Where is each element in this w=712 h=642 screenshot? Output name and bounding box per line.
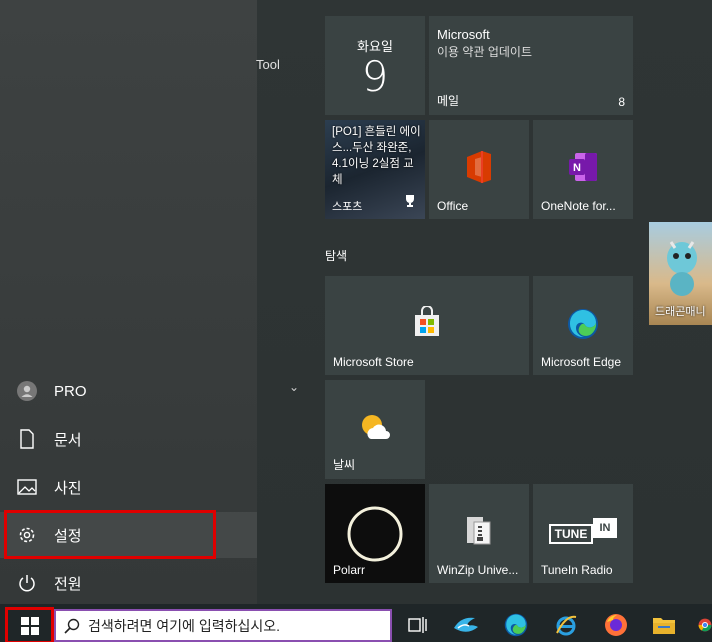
tunein-logo-icon: TUNE IN [549, 518, 617, 544]
bird-app-icon[interactable] [453, 612, 479, 638]
edge-tile-name: Microsoft Edge [541, 355, 622, 369]
power-label: 전원 [54, 575, 82, 593]
winzip-icon [429, 514, 529, 546]
trophy-icon [403, 194, 417, 213]
office-tile[interactable]: Office [429, 120, 529, 219]
tunein-logo-right: IN [593, 518, 617, 538]
tunein-logo-left: TUNE [549, 524, 593, 544]
dragon-game-tile[interactable]: 드래곤매니 [649, 222, 712, 325]
weather-tile-name: 날씨 [333, 458, 356, 472]
pictures-label: 사진 [54, 479, 82, 497]
onenote-tile[interactable]: N OneNote for... [533, 120, 633, 219]
store-tile[interactable]: Microsoft Store [325, 276, 529, 375]
edge-taskbar-icon[interactable] [503, 612, 529, 638]
taskbar: 검색하려면 여기에 입력하십시오. [0, 604, 712, 642]
news-headline: [PO1] 흔들린 에이스...두산 좌완준, 4.1이닝 2실점 교체 [332, 126, 421, 186]
start-button[interactable] [5, 607, 54, 642]
polarr-ring-icon [325, 504, 425, 564]
power-icon [0, 574, 54, 592]
mail-tile-name: 메일 [437, 94, 460, 108]
winzip-tile-name: WinZip Unive... [437, 563, 519, 577]
office-icon [429, 150, 529, 184]
documents-label: 문서 [54, 431, 82, 449]
store-tile-name: Microsoft Store [333, 355, 414, 369]
power-item[interactable]: 전원 [0, 560, 257, 606]
onenote-tile-name: OneNote for... [541, 199, 616, 213]
user-name: PRO [54, 382, 87, 400]
internet-explorer-icon[interactable] [553, 612, 579, 638]
picture-icon [0, 479, 54, 495]
dragon-image [663, 236, 701, 303]
edge-icon [533, 308, 633, 340]
dragon-tile-name: 드래곤매니 [655, 306, 706, 318]
weather-sun-cloud-icon [325, 412, 425, 442]
tunein-tile-name: TuneIn Radio [541, 563, 613, 577]
mail-subject: 이용 약관 업데이트 [437, 45, 532, 59]
chevron-down-icon[interactable]: ⌄ [289, 380, 299, 394]
documents-item[interactable]: 문서 [0, 416, 257, 462]
svg-text:N: N [573, 162, 581, 174]
edge-tile[interactable]: Microsoft Edge [533, 276, 633, 375]
section-explore-label: 탐색 [325, 249, 348, 263]
search-placeholder: 검색하려면 여기에 입력하십시오. [88, 617, 280, 634]
news-category: 스포츠 [332, 201, 363, 213]
document-icon [0, 429, 54, 449]
mail-tile[interactable]: Microsoft 이용 약관 업데이트 메일 8 [429, 16, 633, 115]
winzip-tile[interactable]: WinZip Unive... [429, 484, 529, 583]
news-tile[interactable]: [PO1] 흔들린 에이스...두산 좌완준, 4.1이닝 2실점 교체 스포츠 [325, 120, 425, 219]
calendar-day: 9 [361, 52, 389, 101]
user-account-item[interactable]: PRO [0, 368, 257, 414]
calendar-tile[interactable]: 화요일 9 [325, 16, 425, 115]
search-icon [64, 618, 80, 634]
firefox-icon[interactable] [603, 612, 629, 638]
user-avatar-icon [0, 381, 54, 401]
task-view-icon[interactable] [405, 612, 431, 638]
polarr-tile[interactable]: Polarr [325, 484, 425, 583]
app-list-tool-label: Tool [256, 57, 280, 72]
polarr-tile-name: Polarr [333, 563, 366, 577]
windows-logo-icon [20, 616, 39, 635]
mail-sender: Microsoft [437, 27, 490, 42]
weather-tile[interactable]: 날씨 [325, 380, 425, 479]
mail-count-badge: 8 [618, 95, 625, 109]
taskbar-search-box[interactable]: 검색하려면 여기에 입력하십시오. [54, 609, 392, 642]
store-icon [325, 306, 529, 338]
tunein-tile[interactable]: TUNE IN TuneIn Radio [533, 484, 633, 583]
file-explorer-icon[interactable] [651, 612, 677, 638]
settings-highlight-box [4, 510, 216, 559]
office-tile-name: Office [437, 199, 469, 213]
chrome-icon[interactable] [698, 612, 712, 638]
pictures-item[interactable]: 사진 [0, 464, 257, 510]
onenote-icon: N [533, 152, 633, 182]
